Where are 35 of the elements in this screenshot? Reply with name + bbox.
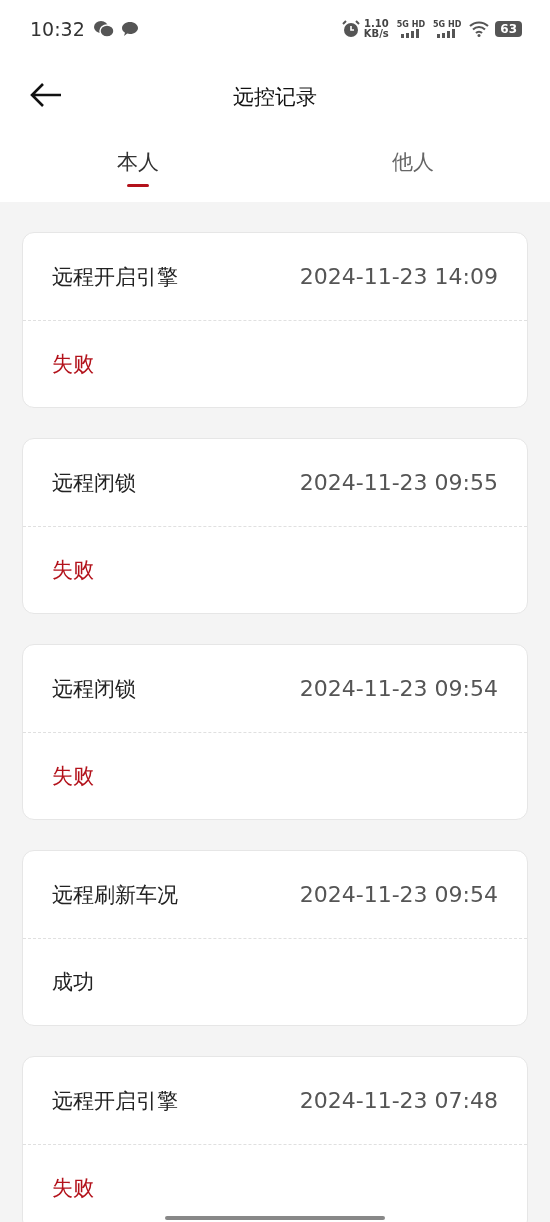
record-card[interactable]: 远程开启引擎 2024-11-23 07:48 失败 bbox=[22, 1056, 528, 1222]
record-action: 远程开启引擎 bbox=[52, 263, 178, 291]
tab[interactable]: 他人 bbox=[275, 136, 550, 202]
back-arrow-icon[interactable] bbox=[30, 82, 62, 108]
network-label: 5G HD bbox=[396, 20, 426, 29]
record-action: 远程开启引擎 bbox=[52, 1087, 178, 1115]
record-time: 2024-11-23 09:54 bbox=[299, 882, 498, 907]
chat-app-icon bbox=[92, 19, 115, 39]
status-time: 10:32 bbox=[30, 18, 85, 40]
record-result: 成功 bbox=[52, 969, 94, 996]
record-action: 远程刷新车况 bbox=[52, 881, 178, 909]
record-card[interactable]: 远程开启引擎 2024-11-23 14:09 失败 bbox=[22, 232, 528, 408]
record-time: 2024-11-23 14:09 bbox=[299, 264, 498, 289]
signal-icon bbox=[399, 29, 422, 38]
record-result: 失败 bbox=[52, 557, 94, 584]
speed-value: 1.10 bbox=[363, 19, 389, 29]
record-card[interactable]: 远程刷新车况 2024-11-23 09:54 成功 bbox=[22, 850, 528, 1026]
wifi-icon bbox=[469, 21, 490, 37]
record-time: 2024-11-23 07:48 bbox=[299, 1088, 498, 1113]
record-result: 失败 bbox=[52, 763, 94, 790]
page-title: 远控记录 bbox=[233, 84, 317, 111]
record-card[interactable]: 远程闭锁 2024-11-23 09:54 失败 bbox=[22, 644, 528, 820]
message-icon bbox=[120, 20, 139, 38]
alarm-icon bbox=[341, 20, 360, 38]
record-time: 2024-11-23 09:55 bbox=[299, 470, 498, 495]
record-result: 失败 bbox=[52, 351, 94, 378]
record-action: 远程闭锁 bbox=[52, 675, 136, 703]
speed-unit: KB/s bbox=[363, 29, 389, 39]
network-label: 5G HD bbox=[433, 20, 462, 29]
record-result: 失败 bbox=[52, 1175, 94, 1202]
record-time: 2024-11-23 09:54 bbox=[299, 676, 498, 701]
record-card[interactable]: 远程闭锁 2024-11-23 09:55 失败 bbox=[22, 438, 528, 614]
tab[interactable]: 本人 bbox=[0, 136, 275, 202]
battery-indicator: 63 bbox=[495, 21, 522, 37]
record-action: 远程闭锁 bbox=[52, 469, 136, 497]
